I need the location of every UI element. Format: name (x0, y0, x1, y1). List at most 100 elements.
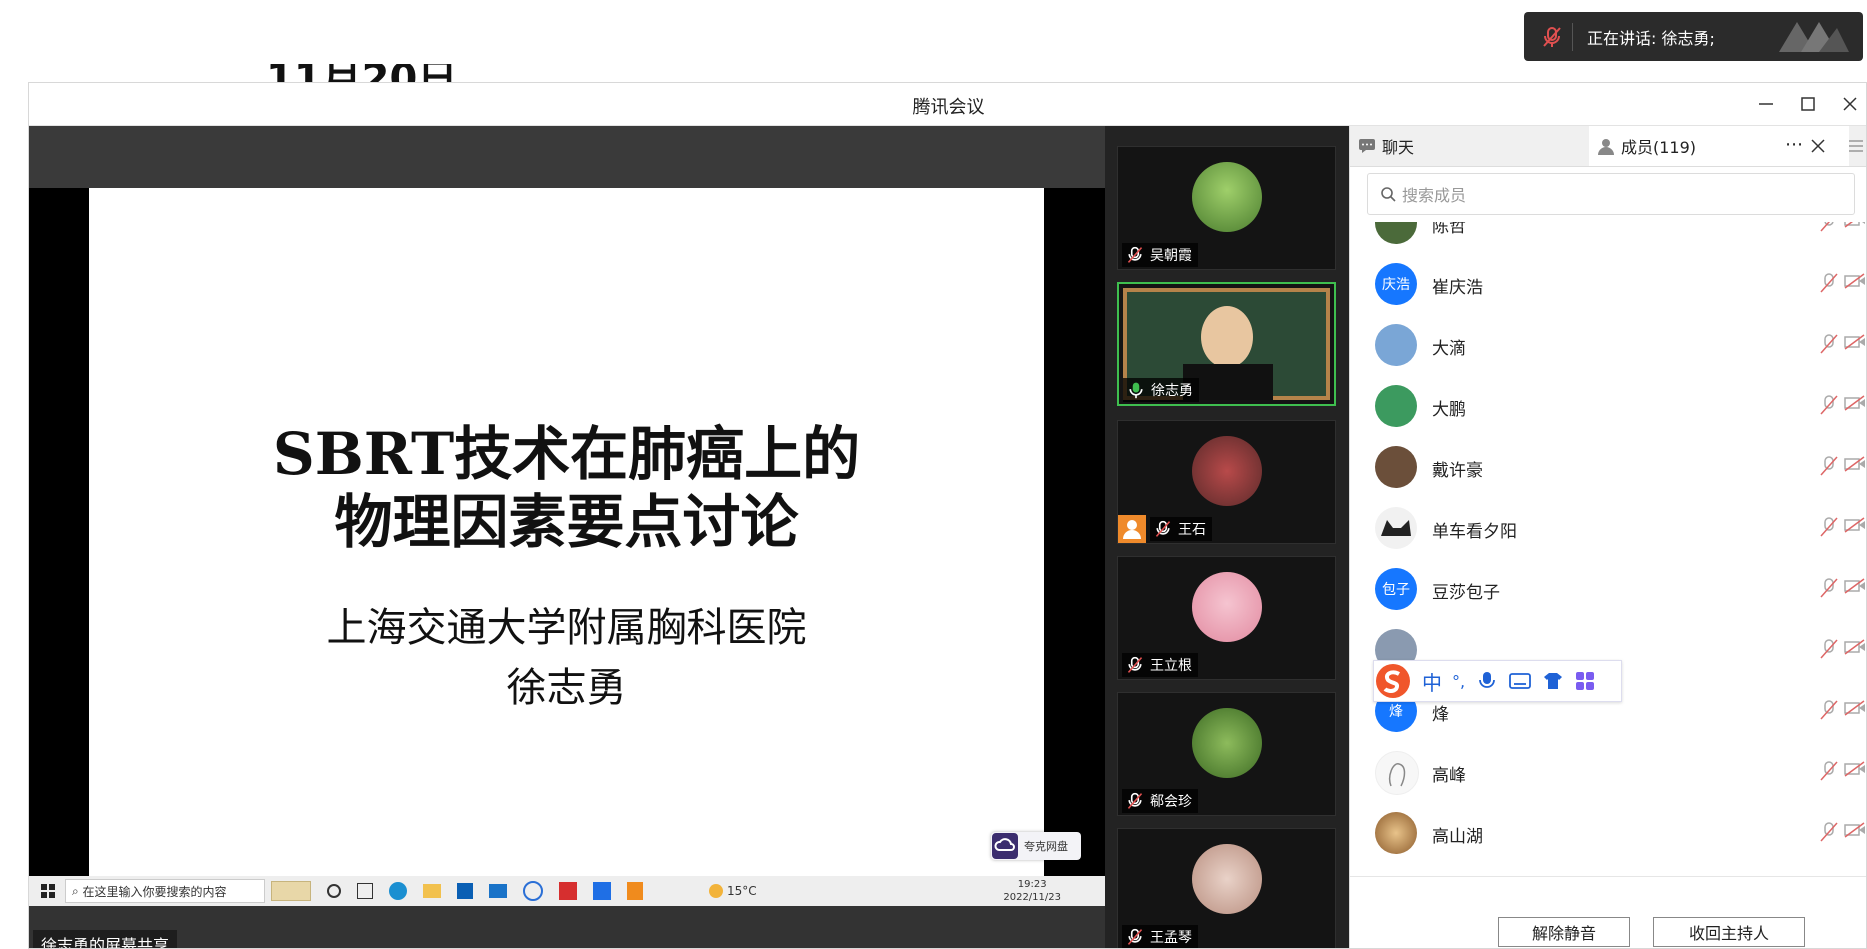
video-tile[interactable]: 王立根 (1117, 556, 1336, 680)
window-title: 腾讯会议 (912, 97, 985, 118)
screen-share-area[interactable]: SBRT技术在肺癌上的 物理因素要点讨论 上海交通大学附属胸科医院 徐志勇 夸克… (29, 126, 1105, 949)
video-tile[interactable]: 吴朝霞 (1117, 146, 1336, 270)
avatar (1375, 222, 1417, 244)
list-item[interactable]: 庆浩 崔庆浩 (1350, 253, 1866, 314)
member-name: 大鹏 (1432, 400, 1466, 420)
speaker-thumbnail-icon (1779, 22, 1849, 52)
avatar: 包子 (1375, 568, 1417, 610)
weather-temp: 15°C (727, 884, 757, 898)
list-item[interactable]: 单车看夕阳 (1350, 497, 1866, 558)
camera-off-icon (1844, 822, 1865, 838)
mic-muted-icon (1820, 578, 1838, 598)
video-name: 王孟琴 (1150, 930, 1192, 946)
folder-icon (423, 884, 441, 898)
avatar (1375, 507, 1417, 549)
mic-muted-icon (1127, 246, 1143, 263)
video-name: 王立根 (1150, 658, 1192, 674)
member-search-placeholder: 搜索成员 (1402, 186, 1467, 205)
search-highlight-icon (271, 881, 311, 901)
list-item[interactable]: 戴许豪 (1350, 436, 1866, 497)
search-icon: ⌕ (72, 883, 83, 898)
tab-members-label: 成员(119) (1621, 138, 1697, 157)
host-icon (1123, 520, 1141, 539)
taskbar-search-placeholder: 在这里输入你要搜索的内容 (82, 884, 227, 899)
host-badge (1118, 515, 1146, 543)
tab-chat-label: 聊天 (1382, 138, 1415, 157)
shared-taskbar: ⌕ 在这里输入你要搜索的内容 15°C 19:23 2022/11/23 (29, 876, 1105, 906)
member-name: 戴许豪 (1432, 461, 1483, 481)
edge-icon (389, 882, 407, 900)
netdisk-floating-button[interactable]: 夸克网盘 (991, 832, 1081, 860)
ime-chinese-mode[interactable]: 中 (1422, 667, 1442, 696)
speaker-face (1201, 306, 1253, 368)
maximize-button[interactable] (1795, 91, 1821, 117)
close-icon (1843, 97, 1857, 111)
mic-muted-icon (1532, 22, 1573, 51)
cat-avatar-icon (1381, 520, 1411, 536)
camera-off-icon (1844, 273, 1865, 289)
avatar-text: 庆浩 (1382, 277, 1410, 293)
member-icon (1598, 139, 1614, 155)
menu-icon[interactable] (1848, 139, 1864, 153)
cortana-icon (327, 884, 341, 898)
close-panel-icon[interactable] (1811, 139, 1825, 153)
minimize-button[interactable] (1753, 91, 1779, 117)
more-icon[interactable]: ⋯ (1785, 134, 1803, 155)
share-label: 徐志勇的屏幕共享 (33, 930, 178, 949)
taskbar-date: 2022/11/23 (1003, 892, 1061, 903)
slide-subtitle: 上海交通大学附属胸科医院 徐志勇 (89, 598, 1044, 718)
background-date-fragment: 11月20日 (266, 64, 457, 84)
unmute-all-button[interactable]: 解除静音 (1498, 917, 1630, 947)
weather-icon (709, 884, 723, 898)
avatar (1375, 446, 1417, 488)
avatar (1375, 385, 1417, 427)
minimize-icon (1759, 103, 1773, 105)
shared-slide: SBRT技术在肺癌上的 物理因素要点讨论 上海交通大学附属胸科医院 徐志勇 夸克… (29, 188, 1105, 876)
video-name: 郗会珍 (1150, 794, 1192, 810)
video-name-label: 王孟琴 (1122, 925, 1198, 948)
list-item[interactable]: 大鹏 (1350, 375, 1866, 436)
member-name: 陈哲 (1432, 222, 1466, 237)
mic-muted-icon (1820, 273, 1838, 293)
avatar: 庆浩 (1375, 263, 1417, 305)
list-item[interactable]: 陈哲 (1350, 222, 1866, 253)
slide-page: SBRT技术在肺癌上的 物理因素要点讨论 上海交通大学附属胸科医院 徐志勇 (89, 188, 1044, 876)
tab-members[interactable]: 成员(119) ⋯ (1589, 126, 1849, 166)
ime-voice-icon[interactable] (1479, 671, 1495, 691)
ime-toolbar[interactable]: 中 °, (1373, 660, 1622, 702)
search-icon (1381, 187, 1396, 202)
ime-apps-icon[interactable] (1575, 671, 1595, 691)
ime-punctuation[interactable]: °, (1452, 672, 1465, 691)
member-search[interactable]: 搜索成员 (1367, 173, 1855, 215)
camera-off-icon (1844, 700, 1865, 716)
member-name: 高山湖 (1432, 827, 1483, 847)
video-tile-active-speaker[interactable]: 徐志勇 (1117, 282, 1336, 406)
slide-subtitle-line2: 徐志勇 (506, 665, 627, 711)
ime-keyboard-icon[interactable] (1509, 673, 1531, 689)
mic-muted-icon (1155, 520, 1171, 537)
avatar (1192, 844, 1262, 914)
member-list[interactable]: 陈哲 庆浩 崔庆浩 大滴 大鹏 戴许豪 单车看夕阳 包子 豆莎包子 烽 烽 高峰… (1350, 222, 1866, 872)
list-item[interactable]: 高山湖 (1350, 802, 1866, 863)
video-name: 徐志勇 (1151, 383, 1193, 399)
list-item[interactable]: 大滴 (1350, 314, 1866, 375)
reclaim-host-button[interactable]: 收回主持人 (1653, 917, 1805, 947)
video-tile[interactable]: 郗会珍 (1117, 692, 1336, 816)
close-button[interactable] (1837, 91, 1863, 117)
member-name: 豆莎包子 (1432, 583, 1500, 603)
camera-off-icon (1844, 761, 1865, 777)
avatar (1192, 708, 1262, 778)
video-tile[interactable]: 王石 (1117, 420, 1336, 544)
list-item[interactable]: 包子 豆莎包子 (1350, 558, 1866, 619)
list-item[interactable]: 高峰 (1350, 741, 1866, 802)
share-label-text: 徐志勇的屏幕共享 (41, 936, 170, 949)
tab-chat[interactable]: 聊天 (1358, 126, 1414, 166)
speaking-text: 正在讲话: 徐志勇; (1587, 28, 1715, 48)
video-name-label: 王石 (1150, 517, 1212, 541)
sketch-avatar-icon (1388, 763, 1406, 787)
ime-skin-icon[interactable] (1543, 672, 1563, 690)
video-name: 吴朝霞 (1150, 248, 1192, 264)
cloud-icon (992, 833, 1018, 859)
video-tile[interactable]: 王孟琴 (1117, 828, 1336, 948)
camera-off-icon (1844, 578, 1865, 594)
